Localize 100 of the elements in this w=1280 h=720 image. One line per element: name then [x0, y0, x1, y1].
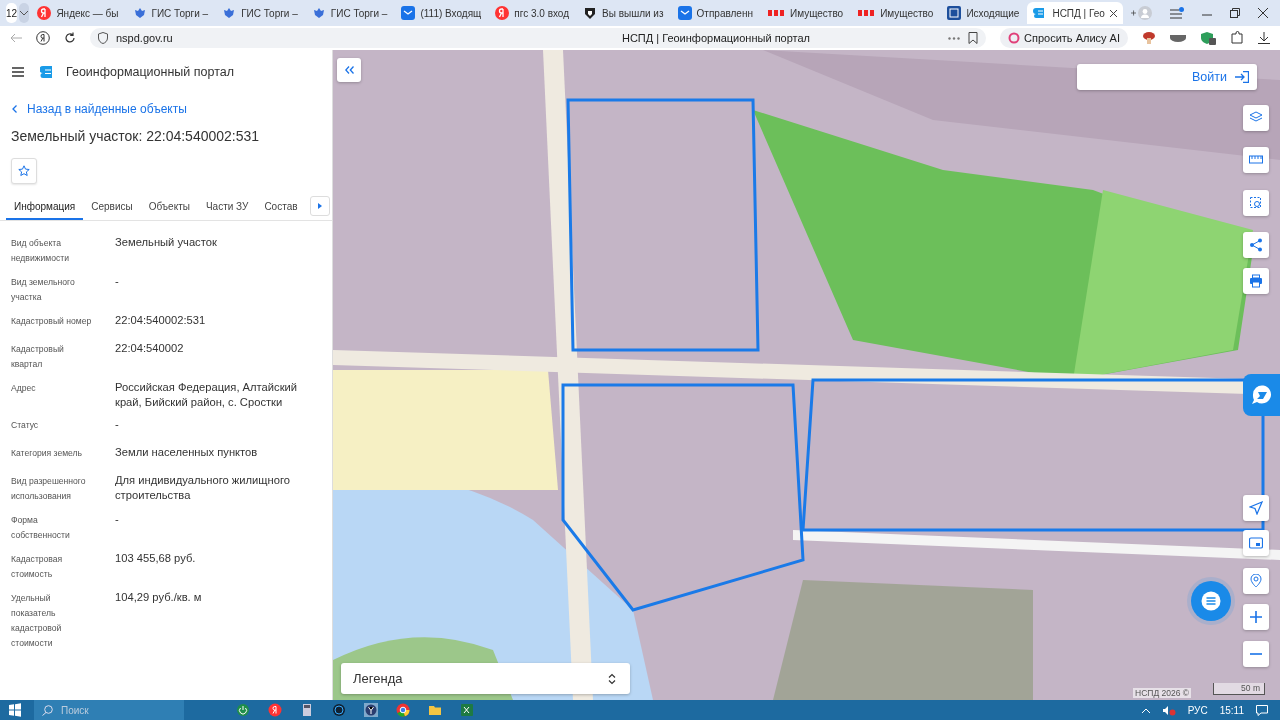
bookmark-icon[interactable] [968, 32, 979, 44]
print-button[interactable] [1243, 268, 1269, 294]
info-tab[interactable]: Информация [6, 194, 84, 220]
navigation-arrow-icon [1249, 501, 1263, 515]
browser-tab[interactable]: пгс 3.0 вход [489, 2, 575, 24]
browser-tab[interactable]: Имущество [851, 2, 940, 24]
menu-icon[interactable] [1170, 7, 1184, 19]
browser-app-icon[interactable] [364, 703, 378, 717]
reload-icon[interactable] [64, 32, 76, 44]
tab-count[interactable]: 12 [6, 3, 18, 23]
field-label: Форма собственности [11, 514, 71, 542]
print-icon [1249, 274, 1263, 288]
login-button[interactable]: Войти [1077, 64, 1257, 90]
share-button[interactable] [1243, 232, 1269, 258]
new-tab-icon[interactable] [1130, 8, 1136, 18]
field-label: Удельный показатель кадастровой стоимости [11, 592, 63, 650]
close-icon[interactable] [1109, 9, 1117, 17]
field-label: Вид объекта недвижимости [11, 237, 70, 265]
map-scale: 50 m [1213, 683, 1265, 695]
download-icon[interactable] [1258, 32, 1270, 44]
star-icon [18, 165, 30, 177]
browser-tab[interactable]: Имущество [760, 2, 850, 24]
legend-dropdown[interactable]: Легенда [341, 663, 630, 694]
layers-button[interactable] [1243, 105, 1269, 131]
mail-icon [401, 6, 416, 20]
field-value: Земельный участок [115, 235, 218, 250]
location-search-button[interactable] [1243, 568, 1269, 594]
chevron-down-icon[interactable] [20, 10, 29, 16]
portal-logo-icon [40, 65, 54, 79]
field-label: Кадастровый номер [11, 315, 93, 328]
extension-icon[interactable] [1170, 34, 1186, 42]
zoom-in-icon [1249, 610, 1263, 624]
close-icon[interactable] [1258, 8, 1268, 18]
shield-icon [583, 6, 597, 20]
restore-icon[interactable] [1230, 8, 1240, 18]
scroll-tabs-button[interactable] [310, 196, 330, 216]
ring-icon [1008, 32, 1021, 44]
field-label: Кадастровая стоимость [11, 553, 64, 581]
ruler-button[interactable] [1243, 147, 1269, 173]
more-icon[interactable] [948, 36, 961, 40]
clock-time[interactable]: 15:11 [1219, 704, 1244, 716]
browser-tab[interactable]: (111) Входящ [395, 2, 488, 24]
browser-tab[interactable]: ГИС Торги – [126, 2, 215, 24]
browser-tab[interactable]: ГИС Торги – [216, 2, 304, 24]
page-title: НСПД | Геоинформационный портал [621, 32, 811, 44]
sign-in-icon [1235, 71, 1249, 83]
chat-icon [1201, 591, 1221, 611]
back-link[interactable]: Назад в найденные объекты [12, 102, 320, 116]
folder-app-icon[interactable] [428, 703, 442, 717]
parcel-heading: Земельный участок: 22:04:540002:531 [11, 128, 261, 144]
zoom-in-button[interactable] [1243, 604, 1269, 630]
chevron-left-icon [12, 105, 17, 113]
puzzle-icon[interactable] [1230, 31, 1244, 45]
document-icon [947, 6, 962, 20]
shield-icon[interactable] [1200, 31, 1216, 45]
info-tab[interactable]: Состав [256, 194, 306, 220]
browser-tab[interactable]: Исходящие [941, 2, 1026, 24]
speaker-muted-icon[interactable] [1161, 704, 1176, 716]
browser-tab[interactable]: Вы вышли из [577, 2, 670, 24]
favorite-button[interactable] [11, 158, 37, 184]
mascot-icon [1251, 385, 1273, 405]
info-tab[interactable]: Объекты [140, 194, 198, 220]
field-value: - [115, 512, 120, 527]
menu-icon[interactable] [12, 67, 24, 77]
side-tab[interactable] [1243, 374, 1280, 416]
field-value: Земли населенных пунктов [115, 445, 259, 460]
field-label: Адрес [11, 382, 37, 395]
area-select-icon [1249, 196, 1263, 210]
navigation-arrow-button[interactable] [1243, 495, 1269, 521]
field-value: Российская Федерация, Алтайский край, Бийский район, с. Сростки [115, 380, 299, 409]
calculator-app-icon[interactable] [300, 703, 314, 717]
keyboard-language[interactable]: РУС [1187, 704, 1208, 716]
address-bar[interactable]: nspd.gov.ru НСПД | Геоинформационный портал [90, 28, 987, 48]
browser-tab[interactable]: Отправленн [671, 2, 759, 24]
notification-icon[interactable] [1256, 704, 1268, 716]
collapse-panel-button[interactable] [337, 58, 361, 82]
rts-logo-icon [857, 8, 876, 18]
info-tab[interactable]: Части ЗУ [197, 194, 257, 220]
yandex-icon[interactable] [36, 31, 50, 45]
info-tab[interactable]: Сервисы [83, 194, 141, 220]
chrome-app-icon[interactable] [396, 703, 410, 717]
browser-tab[interactable]: НСПД | Гео [1027, 2, 1123, 24]
spreadsheet-app-icon[interactable] [460, 703, 474, 717]
power-app-icon[interactable] [236, 703, 250, 717]
alice-button[interactable]: Спросить Алису AI [1000, 28, 1128, 48]
browser-tab[interactable]: ГИС Торги – [305, 2, 394, 24]
field-value: - [115, 417, 120, 432]
mushroom-icon[interactable] [1142, 31, 1156, 45]
sort-arrows-icon [608, 672, 616, 685]
yandex-app-icon[interactable] [268, 703, 282, 717]
chevron-up-icon[interactable] [1141, 707, 1150, 713]
emblem-icon [132, 6, 147, 20]
media-app-icon[interactable] [332, 703, 346, 717]
emblem-icon [222, 6, 237, 20]
emblem-icon [311, 6, 326, 20]
minimap-button[interactable] [1243, 530, 1269, 556]
browser-tab[interactable]: Яндекс — бы [31, 2, 125, 24]
area-select-button[interactable] [1243, 190, 1269, 216]
zoom-out-button[interactable] [1243, 641, 1269, 667]
field-value: 22:04:540002 [115, 341, 185, 356]
